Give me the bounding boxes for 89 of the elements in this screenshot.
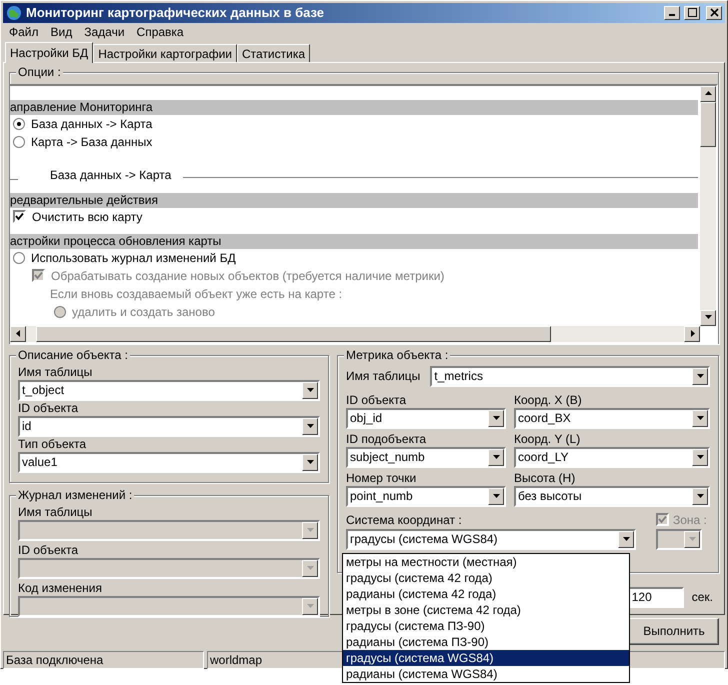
dropdown-field[interactable]: coord_LY — [514, 446, 710, 468]
dropdown-field[interactable]: без высоты — [514, 486, 710, 506]
window-title: Мониторинг картографических данных в базе — [26, 4, 326, 22]
checkbox-label: Очистить всю карту — [32, 208, 142, 226]
dropdown-arrow-icon — [696, 492, 704, 500]
dropdown-arrow-icon — [696, 452, 704, 462]
minimize-button[interactable] — [664, 6, 680, 20]
divider-label: База данных -> Карта — [50, 166, 172, 184]
dropdown-field[interactable]: t_metrics — [430, 366, 710, 386]
note-text: Если вновь создаваемый объект уже есть на карте : — [49, 286, 344, 302]
tab[interactable]: Статистика — [237, 44, 310, 62]
menu-item[interactable]: Вид — [44, 22, 78, 40]
status-text: База подключена — [3, 650, 204, 668]
field-label: Коорд. X (B) — [514, 392, 583, 408]
dropdown-field[interactable]: obj_id — [346, 408, 506, 428]
dropdown-field[interactable]: градусы (система WGS84) — [346, 528, 636, 550]
section-header: редварительные действия — [10, 192, 698, 208]
dropdown-arrow-icon — [306, 602, 314, 610]
dropdown-arrow-icon — [306, 422, 314, 430]
dropdown-field[interactable]: subject_numb — [346, 446, 506, 468]
tab[interactable]: Настройки картографии — [93, 44, 237, 62]
checkbox-label: Обрабатывать создание новых объектов (требуется наличие метрики) — [51, 268, 444, 284]
field-label: Имя таблицы — [18, 504, 94, 520]
unit-label: сек. — [692, 589, 713, 606]
dropdown-option[interactable]: радианы (система WGS84) — [343, 666, 629, 682]
dropdown-option[interactable]: градусы (система 42 года) — [343, 570, 629, 586]
dropdown-option[interactable]: градусы (система WGS84) — [343, 650, 629, 666]
dropdown-arrow-icon — [688, 534, 696, 544]
field-label: ID объекта — [346, 392, 408, 408]
field-label: ID объекта — [18, 542, 80, 558]
field-label: Система координат : — [346, 512, 463, 528]
run-button[interactable]: Выполнить — [629, 618, 719, 644]
maximize-button[interactable] — [684, 6, 700, 20]
dropdown-field[interactable]: value1 — [18, 452, 320, 472]
radio-label: База данных -> Карта — [31, 116, 152, 132]
dropdown-arrow-icon — [492, 452, 500, 462]
radio-label: удалить и создать заново — [72, 304, 215, 320]
field-label: Тип объекта — [18, 436, 88, 452]
section-header: аправление Мониторинга — [10, 100, 698, 114]
dropdown-arrow-icon — [492, 492, 500, 500]
tab[interactable]: Настройки БД — [5, 42, 94, 62]
dropdown-arrow-icon — [696, 414, 704, 422]
menu-item[interactable]: Справка — [130, 22, 190, 40]
dropdown-arrow-icon — [306, 386, 314, 394]
vertical-scrollbar[interactable] — [700, 86, 716, 326]
dropdown-option[interactable]: радианы (система ПЗ-90) — [343, 634, 629, 650]
dropdown-arrow-icon — [306, 526, 314, 534]
zone-label: Зона : — [673, 512, 707, 528]
radio-label: Карта -> База данных — [31, 134, 152, 150]
field-label: Коорд. Y (L) — [514, 430, 582, 446]
dropdown-arrow-icon — [306, 564, 314, 572]
field-label: Высота (H) — [514, 470, 576, 486]
group-title: Метрика объекта : — [344, 348, 450, 362]
field-label: Имя таблицы — [18, 364, 94, 380]
menu-item[interactable]: Задачи — [78, 22, 131, 40]
dropdown-field[interactable] — [656, 528, 702, 550]
field-label: ID подобъекта — [346, 430, 427, 446]
dropdown-field[interactable]: point_numb — [346, 486, 506, 506]
menu-item[interactable]: Файл — [3, 22, 45, 40]
radio-button[interactable] — [13, 252, 25, 264]
field-label: Код изменения — [18, 580, 103, 596]
scrollbar-thumb[interactable] — [36, 326, 551, 342]
dropdown-arrow-icon — [306, 458, 314, 466]
dropdown-option[interactable]: градусы (система ПЗ-90) — [343, 618, 629, 634]
dropdown-arrow-icon — [622, 534, 630, 544]
radio-button[interactable] — [13, 136, 25, 148]
radio-label: Использовать журнал изменений БД — [31, 250, 236, 266]
field-label: Имя таблицы — [346, 368, 420, 385]
group-title: Опции : — [16, 64, 63, 78]
group-title: Описание объекта : — [16, 348, 130, 362]
dropdown-arrow-icon — [696, 372, 704, 380]
scroll-left-icon — [14, 329, 22, 338]
scroll-up-icon — [704, 89, 712, 98]
dropdown-field[interactable]: t_object — [18, 380, 320, 400]
field-label: Номер точки — [346, 470, 418, 486]
group-title: Журнал изменений : — [16, 488, 134, 502]
dropdown-option[interactable]: метры на местности (местная) — [343, 554, 629, 570]
globe-icon — [6, 4, 22, 21]
field-label: ID объекта — [18, 400, 80, 416]
close-button[interactable] — [706, 6, 722, 20]
section-header: астройки процесса обновления карты — [10, 234, 698, 248]
scrollbar-thumb[interactable] — [700, 102, 716, 146]
dropdown-field[interactable]: coord_BX — [514, 408, 710, 428]
maximize-icon — [688, 8, 696, 18]
close-icon — [710, 8, 718, 18]
radio-button[interactable] — [13, 118, 25, 130]
dropdown-field[interactable]: id — [18, 416, 320, 436]
dropdown-arrow-icon — [492, 414, 500, 422]
horizontal-scrollbar[interactable] — [10, 326, 700, 342]
